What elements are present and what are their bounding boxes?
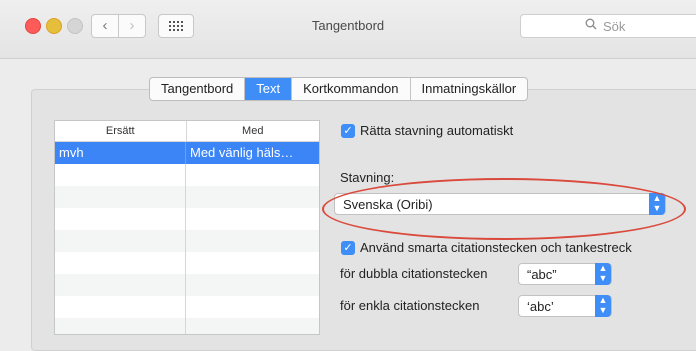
double-quotes-label: för dubbla citationstecken — [340, 266, 488, 281]
tab-kortkommandon[interactable]: Kortkommandon — [292, 78, 411, 100]
empty-row — [55, 296, 319, 318]
updown-icon: ▲ ▼ — [595, 263, 611, 285]
smart-quotes-label: Använd smarta citationstecken och tankes… — [360, 240, 632, 255]
table-row[interactable]: mvh Med vänlig häls… — [55, 142, 319, 164]
checkmark-icon: ✓ — [343, 125, 353, 137]
double-quotes-select[interactable]: “abc” ▲ ▼ — [518, 263, 612, 285]
spelling-value: Svenska (Oribi) — [343, 197, 433, 212]
empty-row — [55, 252, 319, 274]
text-replacement-table[interactable]: Ersätt Med mvh Med vänlig häls… — [54, 120, 320, 335]
column-header-with[interactable]: Med — [187, 121, 320, 141]
smart-quotes-checkbox[interactable]: ✓ — [341, 241, 355, 255]
search-placeholder: Sök — [603, 19, 626, 34]
double-quotes-value: “abc” — [527, 267, 557, 282]
spelling-select[interactable]: Svenska (Oribi) ▲ ▼ — [334, 193, 666, 215]
tab-tangentbord[interactable]: Tangentbord — [150, 78, 246, 100]
tab-inmatningskallor[interactable]: Inmatningskällor — [411, 78, 528, 100]
spelling-label: Stavning: — [340, 170, 395, 185]
empty-row — [55, 208, 319, 230]
column-header-replace[interactable]: Ersätt — [55, 121, 187, 141]
search-input[interactable]: Sök — [520, 14, 696, 38]
autocorrect-label: Rätta stavning automatiskt — [360, 123, 514, 138]
empty-row — [55, 318, 319, 334]
tab-bar: Tangentbord Text Kortkommandon Inmatning… — [149, 77, 529, 101]
empty-row — [55, 186, 319, 208]
with-cell: Med vänlig häls… — [190, 145, 294, 160]
empty-row — [55, 164, 319, 186]
single-quotes-select[interactable]: ‘abc’ ▲ ▼ — [518, 295, 612, 317]
title-bar: ‹ › Tangentbord Sök — [0, 0, 696, 59]
autocorrect-checkbox[interactable]: ✓ — [341, 124, 355, 138]
empty-row — [55, 230, 319, 252]
updown-icon: ▲ ▼ — [649, 193, 665, 215]
checkmark-icon: ✓ — [343, 242, 353, 254]
table-header: Ersätt Med — [55, 121, 319, 142]
single-quotes-value: ‘abc’ — [527, 299, 554, 314]
empty-row — [55, 274, 319, 296]
tab-text[interactable]: Text — [245, 78, 293, 100]
single-quotes-label: för enkla citationstecken — [340, 298, 480, 313]
updown-icon: ▲ ▼ — [595, 295, 611, 317]
replace-cell: mvh — [55, 142, 186, 164]
search-icon — [585, 18, 597, 33]
